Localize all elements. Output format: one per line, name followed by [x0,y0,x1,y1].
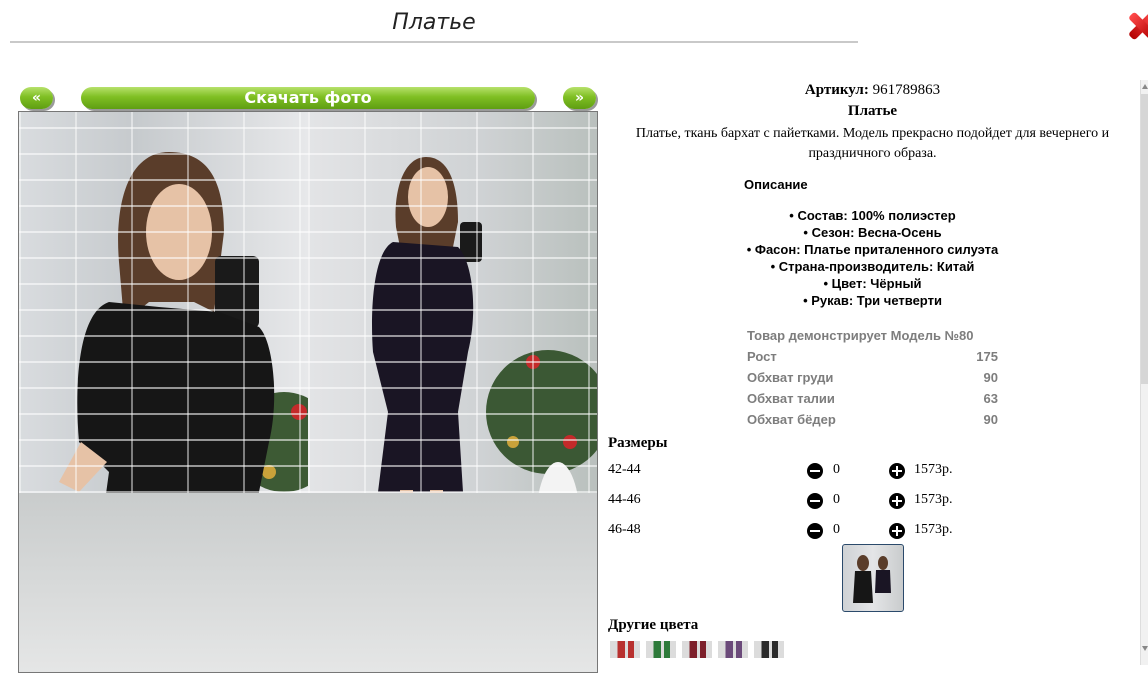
sku-line: Артикул: 961789863 [606,82,1139,99]
attribute-item: • Рукав: Три четверти [803,293,942,308]
size-qty: 0 [833,462,840,477]
page-title: Платье [392,10,476,35]
other-colors-heading: Другие цвета [608,617,699,633]
close-icon[interactable] [1132,12,1148,40]
size-row: 42-44 0 1573р. [608,462,1128,482]
size-label: 42-44 [608,462,641,477]
description-heading: Описание [744,177,808,192]
size-price: 1573р. [914,462,953,477]
size-qty: 0 [833,522,840,537]
attribute-item: • Сезон: Весна-Осень [803,225,942,240]
title-divider [10,41,858,43]
model-row: Товар демонстрирует Модель №80 [747,328,974,343]
plus-icon[interactable] [889,493,905,509]
size-price: 1573р. [914,492,953,507]
size-row: 46-48 0 1573р. [608,522,1128,542]
size-label: 46-48 [608,522,641,537]
photo-right-half [308,112,597,672]
color-swatch[interactable] [646,641,676,658]
attribute-item: • Страна-производитель: Китай [770,259,975,274]
photo-left-half [19,112,334,672]
sku-label: Артикул: [804,82,869,98]
scroll-up-icon[interactable] [1142,84,1148,89]
model-row: Рост 175 [747,349,998,364]
color-swatch[interactable] [682,641,712,658]
plus-icon[interactable] [889,523,905,539]
sizes-heading: Размеры [608,435,668,451]
attribute-item: • Состав: 100% полиэстер [789,208,956,223]
color-swatch[interactable] [610,641,640,658]
size-row: 44-46 0 1573р. [608,492,1128,512]
next-photo-button[interactable]: » [563,87,596,109]
minus-icon[interactable] [807,463,823,479]
color-swatch[interactable] [754,641,784,658]
size-price: 1573р. [914,522,953,537]
product-thumbnail[interactable] [842,544,904,612]
minus-icon[interactable] [807,493,823,509]
product-description: Платье, ткань бархат с пайетками. Модель… [635,126,1110,161]
plus-icon[interactable] [889,463,905,479]
minus-icon[interactable] [807,523,823,539]
size-qty: 0 [833,492,840,507]
model-row: Обхват груди 90 [747,370,998,385]
vertical-scrollbar[interactable] [1140,80,1148,665]
product-photo [18,111,598,673]
sku-value: 961789863 [872,82,941,98]
scroll-thumb[interactable] [1141,94,1148,384]
model-row: Обхват бёдер 90 [747,412,998,427]
model-measurements: Товар демонстрирует Модель №80 Рост 175 О… [747,325,998,430]
attribute-list: • Состав: 100% полиэстер • Сезон: Весна-… [606,207,1139,309]
size-label: 44-46 [608,492,641,507]
model-row: Обхват талии 63 [747,391,998,406]
attribute-item: • Фасон: Платье приталенного силуэта [746,242,999,257]
color-swatch[interactable] [718,641,748,658]
attribute-item: • Цвет: Чёрный [823,276,922,291]
download-photo-button[interactable]: Скачать фото [81,87,535,109]
product-name: Платье [847,103,898,119]
scroll-down-icon[interactable] [1142,646,1148,651]
prev-photo-button[interactable]: « [20,87,53,109]
